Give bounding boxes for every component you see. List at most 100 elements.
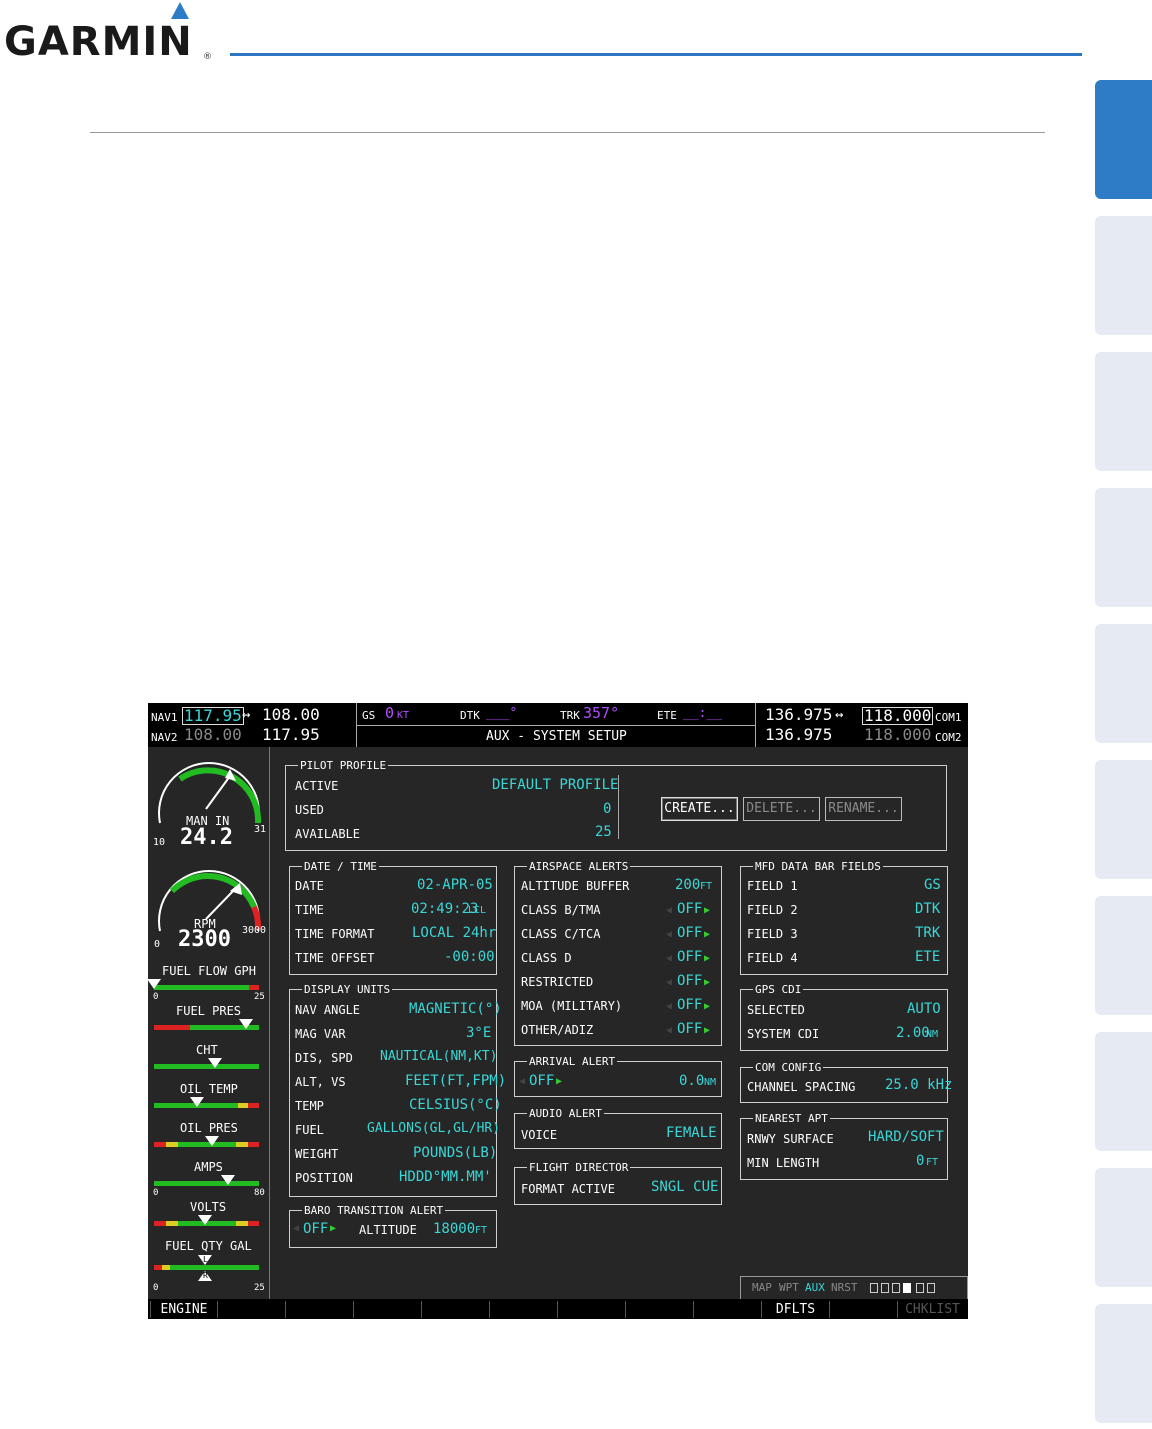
section-tab-2[interactable] [1095,216,1152,335]
softkey-dflts[interactable]: DFLTS [761,1301,829,1318]
temp-value[interactable]: CELSIUS(°C) [409,1098,502,1112]
softkey-7[interactable] [557,1301,625,1318]
class-b-label: CLASS B/TMA [521,903,601,917]
section-tab-4[interactable] [1095,488,1152,607]
restricted-label: RESTRICTED [521,975,594,989]
format-active-value[interactable]: SNGL CUE [651,1180,718,1194]
gps-selected-value[interactable]: AUTO [907,1002,941,1016]
audio-alert-title: AUDIO ALERT [527,1107,604,1120]
dis-spd-value[interactable]: NAUTICAL(NM,KT) [380,1050,497,1063]
field-2-value[interactable]: DTK [915,902,940,916]
page-dot-1 [870,1283,878,1293]
page-group-aux: AUX [805,1281,825,1294]
com1-standby-freq[interactable]: 136.975 [765,707,832,723]
softkey-5[interactable] [421,1301,489,1318]
channel-spacing-label: CHANNEL SPACING [747,1080,856,1094]
oil-temp-label: OIL TEMP [180,1082,238,1096]
section-tab-5[interactable] [1095,624,1152,743]
com1-swap-icon[interactable]: ↔ [835,708,843,722]
softkey-9[interactable] [693,1301,761,1318]
nav1-active-freq[interactable]: 117.95 [182,707,244,725]
section-tab-9[interactable] [1095,1168,1152,1287]
runway-surface-value[interactable]: HARD/SOFT [868,1130,944,1144]
voice-value[interactable]: FEMALE [666,1126,717,1140]
nav-angle-label: NAV ANGLE [295,1003,361,1017]
softkey-8[interactable] [625,1301,693,1318]
section-tab-6[interactable] [1095,760,1152,879]
fuel-pres-label: FUEL PRES [176,1004,242,1018]
page-group-nrst: NRST [831,1281,858,1294]
com2-label: COM2 [935,731,962,744]
restricted-value[interactable]: OFF [677,974,702,988]
top-status-bar: NAV1 117.95 ↔ 108.00 NAV2 108.00 117.95 … [148,703,968,747]
class-c-value[interactable]: OFF [677,926,702,940]
field-3-value[interactable]: TRK [915,926,940,940]
softkey-3[interactable] [285,1301,353,1318]
section-tab-1[interactable] [1095,80,1152,199]
other-adiz-value[interactable]: OFF [677,1022,702,1036]
gs-unit: KT [397,710,410,721]
date-value[interactable]: 02-APR-05 [417,878,493,892]
nav1-standby-freq[interactable]: 108.00 [262,707,320,723]
softkey-4[interactable] [353,1301,421,1318]
altitude-buffer-value[interactable]: 200 [675,878,700,892]
alt-vs-value[interactable]: FEET(FT,FPM) [405,1074,506,1088]
channel-spacing-value[interactable]: 25.0 kHz [885,1078,952,1092]
time-offset-value[interactable]: -00:00 [444,950,495,964]
alt-vs-label: ALT, VS [295,1075,346,1089]
section-tab-8[interactable] [1095,1032,1152,1151]
class-d-value[interactable]: OFF [677,950,702,964]
nav1-swap-icon[interactable]: ↔ [242,708,250,722]
section-rule [90,132,1045,133]
data-bar-fields-title: MFD DATA BAR FIELDS [753,860,883,873]
time-format-label: TIME FORMAT [295,927,375,941]
softkey-11[interactable] [829,1301,897,1318]
page-dot-3 [892,1283,900,1293]
arrival-distance-value[interactable]: 0.0 [679,1074,704,1088]
softkey-engine[interactable]: ENGINE [150,1301,217,1318]
softkey-6[interactable] [489,1301,557,1318]
arrival-state-value[interactable]: OFF [529,1074,554,1088]
gps-selected-label: SELECTED [747,1003,805,1017]
com1-active-freq[interactable]: 118.000 [862,707,934,725]
min-length-value[interactable]: 0 [916,1154,924,1168]
section-tab-7[interactable] [1095,896,1152,1015]
mag-var-label: MAG VAR [295,1027,346,1041]
format-active-label: FORMAT ACTIVE [521,1182,615,1196]
baro-state-value[interactable]: OFF [303,1222,328,1236]
class-c-right-arrow-icon: ▶ [704,929,711,940]
field-4-value[interactable]: ETE [915,950,940,964]
moa-left-arrow-icon: ◀ [666,1001,673,1012]
class-b-right-arrow-icon: ▶ [704,905,711,916]
com2-standby-freq[interactable]: 136.975 [765,727,832,743]
field-1-value[interactable]: GS [924,878,941,892]
nav-angle-value[interactable]: MAGNETIC(°) [409,1002,502,1016]
baro-altitude-value[interactable]: 18000 [433,1222,475,1236]
section-tab-3[interactable] [1095,352,1152,471]
fuel-flow-label: FUEL FLOW GPH [162,964,256,978]
time-format-value[interactable]: LOCAL 24hr [412,926,496,940]
used-value: 0 [603,801,612,817]
nav2-standby-freq[interactable]: 117.95 [262,727,320,743]
softkey-chklist[interactable]: CHKLIST [897,1301,967,1318]
rename-profile-button[interactable]: RENAME... [825,797,902,821]
create-profile-button[interactable]: CREATE... [661,797,738,821]
com2-active-freq[interactable]: 118.000 [864,727,931,743]
delete-profile-button[interactable]: DELETE... [743,797,820,821]
active-profile-value[interactable]: DEFAULT PROFILE [492,778,618,792]
class-b-value[interactable]: OFF [677,902,702,916]
softkey-2[interactable] [217,1301,285,1318]
amps-pointer [220,1175,235,1185]
moa-value[interactable]: OFF [677,998,702,1012]
date-label: DATE [295,879,324,893]
fuel-flow-bar [154,985,259,990]
page-dot-4-active [903,1283,911,1293]
section-tab-10[interactable] [1095,1304,1152,1423]
nav2-active-freq[interactable]: 108.00 [184,727,242,743]
weight-value[interactable]: POUNDS(LB) [413,1146,497,1160]
baro-transition-title: BARO TRANSITION ALERT [302,1204,446,1217]
cht-pointer [207,1058,222,1068]
page-title: AUX - SYSTEM SETUP [486,729,627,744]
fuel-value[interactable]: GALLONS(GL,GL/HR) [367,1122,500,1135]
position-value[interactable]: HDDD°MM.MM' [399,1170,492,1184]
